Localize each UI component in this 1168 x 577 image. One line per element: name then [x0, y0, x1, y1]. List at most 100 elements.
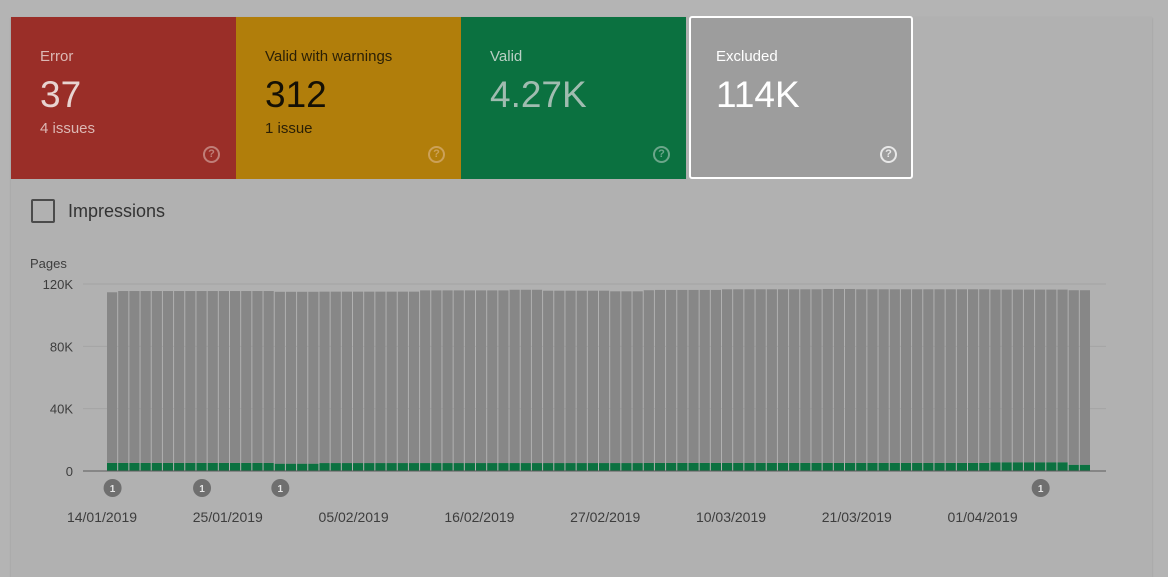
bar-valid	[498, 463, 509, 471]
bar-excluded	[934, 289, 945, 463]
bar-valid	[565, 463, 576, 471]
bar-valid	[900, 462, 912, 471]
bar-valid	[218, 462, 229, 471]
bar-valid	[252, 462, 263, 471]
annotation-marker[interactable]: 1	[103, 479, 122, 497]
bar-excluded	[442, 290, 453, 464]
bar-excluded	[353, 291, 364, 464]
bar-excluded	[766, 289, 777, 463]
bar-valid	[375, 463, 386, 471]
bar-excluded	[688, 289, 699, 463]
bar-excluded	[285, 291, 297, 464]
y-axis-title: Pages	[30, 256, 67, 271]
bar-valid	[766, 462, 777, 471]
bar-excluded	[107, 292, 118, 463]
bar-valid	[1012, 462, 1023, 471]
bar-excluded	[464, 290, 475, 464]
bar-excluded	[565, 290, 576, 464]
bar-valid	[610, 463, 621, 471]
annotation-count: 1	[278, 484, 284, 495]
bar-excluded	[811, 289, 822, 463]
bar-valid	[285, 463, 297, 471]
x-tick-label: 10/03/2019	[696, 509, 766, 525]
bar-excluded	[129, 291, 140, 463]
bar-valid	[1068, 464, 1079, 471]
bar-excluded	[945, 289, 956, 463]
bar-excluded	[364, 291, 375, 464]
bar-excluded	[833, 288, 844, 463]
annotations[interactable]: 1 1 1 1	[103, 479, 1050, 497]
bar-valid	[554, 463, 565, 471]
bar-excluded	[755, 289, 766, 463]
bar-excluded	[218, 291, 229, 463]
bar-excluded	[1012, 289, 1023, 463]
bar-valid	[744, 462, 755, 471]
bar-excluded	[297, 291, 308, 464]
bar-valid	[420, 463, 431, 471]
bar-valid	[1023, 462, 1035, 471]
bar-valid	[442, 463, 453, 471]
y-tick-label: 0	[66, 464, 73, 479]
annotation-marker[interactable]: 1	[1031, 479, 1050, 497]
y-tick-label: 80K	[50, 339, 73, 354]
bar-excluded	[531, 289, 543, 464]
bar-excluded	[554, 290, 565, 464]
bar-excluded	[386, 291, 397, 464]
bar-excluded	[956, 289, 967, 463]
bar-excluded	[1001, 289, 1012, 463]
bar-valid	[1046, 462, 1057, 471]
bar-excluded	[1068, 290, 1079, 465]
bar-excluded	[923, 289, 934, 463]
bar-valid	[185, 462, 196, 471]
bar-valid	[151, 462, 162, 471]
bar-excluded	[151, 291, 162, 463]
bar-valid	[464, 463, 475, 471]
bar-excluded	[476, 290, 487, 464]
bar-valid	[386, 463, 397, 471]
bar-valid	[968, 462, 979, 471]
bar-excluded	[654, 289, 666, 463]
bar-excluded	[968, 289, 979, 463]
bar-valid	[632, 463, 643, 471]
bar-excluded	[889, 289, 900, 463]
bar-valid	[107, 462, 118, 471]
bar-excluded	[263, 291, 274, 463]
bar-valid	[666, 462, 677, 471]
pages-chart: Pages 120K 80K 40K 0 1 1 1 1 14/01/2019 25/01/2…	[30, 256, 1106, 525]
bar-valid	[833, 462, 844, 471]
bar-valid	[241, 462, 252, 471]
x-tick-label: 21/03/2019	[822, 509, 892, 525]
bar-valid	[118, 462, 129, 471]
bar-valid	[811, 462, 822, 471]
bar-valid	[923, 462, 934, 471]
bar-valid	[688, 462, 699, 471]
bar-excluded	[990, 289, 1001, 463]
bar-valid	[230, 462, 241, 471]
bar-excluded	[744, 289, 755, 463]
bar-valid	[867, 462, 878, 471]
bar-excluded	[632, 291, 643, 464]
bar-valid	[621, 463, 632, 471]
bar-excluded	[867, 289, 878, 463]
bar-excluded	[431, 290, 442, 464]
bar-valid	[1057, 462, 1068, 471]
bar-valid	[710, 462, 721, 471]
bar-excluded	[498, 290, 509, 464]
bar-excluded	[207, 291, 218, 463]
bar-valid	[800, 462, 811, 471]
bar-valid	[956, 462, 967, 471]
bar-excluded	[162, 291, 174, 463]
bar-excluded	[319, 291, 330, 464]
bar-excluded	[543, 290, 554, 464]
bar-valid	[822, 462, 833, 471]
bar-valid	[643, 462, 654, 471]
bar-valid	[990, 462, 1001, 471]
annotation-marker[interactable]: 1	[193, 479, 212, 497]
annotation-marker[interactable]: 1	[271, 479, 290, 497]
bar-valid	[408, 463, 420, 471]
bar-valid	[587, 463, 598, 471]
bar-excluded	[610, 291, 621, 464]
annotation-count: 1	[199, 484, 205, 495]
bar-valid	[1001, 462, 1012, 471]
bar-valid	[319, 463, 330, 471]
